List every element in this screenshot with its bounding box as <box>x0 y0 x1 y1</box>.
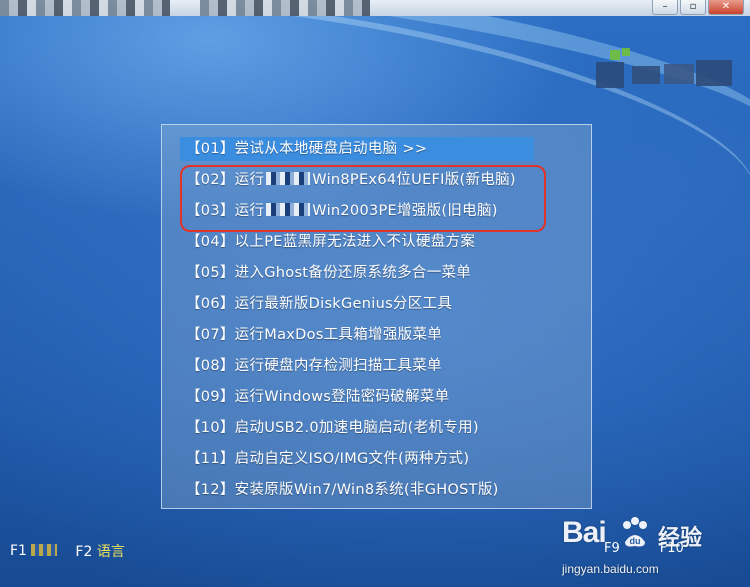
minimize-icon[interactable]: – <box>652 0 678 15</box>
boot-menu-item[interactable]: 【11】启动自定义ISO/IMG文件(两种方式) <box>180 447 580 478</box>
boot-menu-item[interactable]: 【12】安装原版Win7/Win8系统(非GHOST版) <box>180 478 580 509</box>
watermark-brand: Bai <box>562 516 607 549</box>
menu-item-label: 运行硬盘内存检测扫描工具菜单 <box>234 358 442 374</box>
menu-item-number: 【04】 <box>186 234 235 250</box>
f2-key: F2 <box>75 544 93 560</box>
menu-item-label: 以上PE蓝黑屏无法进入不认硬盘方案 <box>234 234 476 250</box>
annotation-highlight-ring <box>180 165 546 232</box>
menu-item-number: 【09】 <box>186 389 235 405</box>
menu-item-label: 启动USB2.0加速电脑启动(老机专用) <box>234 420 479 436</box>
f1-hotkey[interactable]: F1 <box>10 543 58 559</box>
menu-item-label: 启动自定义ISO/IMG文件(两种方式) <box>234 451 470 467</box>
f2-hotkey[interactable]: F2 语言 <box>75 541 124 561</box>
f1-label-blurred <box>31 544 58 556</box>
menu-item-number: 【01】 <box>186 141 235 157</box>
boot-menu-item[interactable]: 【06】运行最新版DiskGenius分区工具 <box>180 292 580 323</box>
pixelated-title-2 <box>200 0 370 16</box>
boot-menu-item[interactable]: 【05】进入Ghost备份还原系统多合一菜单 <box>180 261 580 292</box>
menu-item-number: 【11】 <box>186 451 235 467</box>
boot-menu-item[interactable]: 【08】运行硬盘内存检测扫描工具菜单 <box>180 354 580 385</box>
close-icon[interactable]: ✕ <box>708 0 744 15</box>
f1-key: F1 <box>10 543 27 559</box>
menu-item-label: 进入Ghost备份还原系统多合一菜单 <box>234 265 472 281</box>
menu-item-label: 运行最新版DiskGenius分区工具 <box>234 296 453 312</box>
watermark-url: jingyan.baidu.com <box>562 562 659 576</box>
svg-text:du: du <box>630 536 641 546</box>
menu-item-label: 尝试从本地硬盘启动电脑 >> <box>234 141 428 157</box>
menu-item-number: 【06】 <box>186 296 235 312</box>
boot-menu-item[interactable]: 【09】运行Windows登陆密码破解菜单 <box>180 385 580 416</box>
boot-menu-item[interactable]: 【07】运行MaxDos工具箱增强版菜单 <box>180 323 580 354</box>
menu-item-number: 【08】 <box>186 358 235 374</box>
menu-item-label: 安装原版Win7/Win8系统(非GHOST版) <box>234 482 499 498</box>
maximize-icon[interactable]: ▫ <box>680 0 706 15</box>
f2-label: 语言 <box>96 544 125 560</box>
menu-item-number: 【10】 <box>186 420 235 436</box>
paw-icon: du <box>623 517 647 547</box>
pixelated-title <box>0 0 170 16</box>
watermark-name: 经验 <box>658 526 703 551</box>
menu-item-number: 【12】 <box>186 482 235 498</box>
menu-item-label: 运行MaxDos工具箱增强版菜单 <box>234 327 443 343</box>
pixelated-logo <box>596 48 744 98</box>
window-controls: – ▫ ✕ <box>652 0 744 15</box>
boot-menu-item[interactable]: 【04】以上PE蓝黑屏无法进入不认硬盘方案 <box>180 230 580 261</box>
menu-item-number: 【05】 <box>186 265 235 281</box>
menu-item-label: 运行Windows登陆密码破解菜单 <box>234 389 450 405</box>
footer-hotkeys-left: F1 F2 语言 <box>10 541 125 561</box>
boot-menu-item[interactable]: 【01】尝试从本地硬盘启动电脑 >> <box>180 137 534 161</box>
boot-menu-item[interactable]: 【10】启动USB2.0加速电脑启动(老机专用) <box>180 416 580 447</box>
baidu-watermark: Bai du 经验 jingyan.baidu.com <box>560 510 740 586</box>
menu-item-number: 【07】 <box>186 327 235 343</box>
